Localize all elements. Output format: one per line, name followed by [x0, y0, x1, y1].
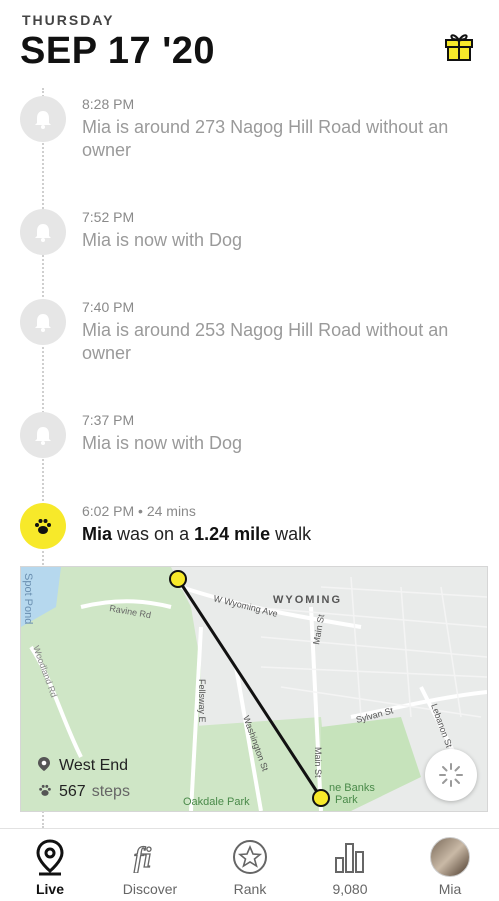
- bottom-tab-bar: Live fi Discover Rank 9,080 Mia: [0, 828, 499, 901]
- star-icon: [230, 837, 270, 877]
- walk-summary: Mia was on a 1.24 mile walk: [82, 523, 462, 546]
- tab-live[interactable]: Live: [0, 829, 100, 901]
- event-text: Mia is around 253 Nagog Hill Road withou…: [82, 320, 449, 363]
- walk-time: 6:02 PM • 24 mins: [82, 503, 196, 519]
- event-time: 7:37 PM: [82, 412, 135, 428]
- location-pin-icon: [37, 756, 53, 777]
- event-time: 8:28 PM: [82, 96, 135, 112]
- tab-label: 9,080: [332, 881, 368, 897]
- bell-icon: [20, 209, 66, 255]
- bell-icon: [20, 299, 66, 345]
- paw-icon: [37, 782, 53, 803]
- avatar: [430, 837, 470, 877]
- bar-chart-icon: [330, 837, 370, 877]
- route-start-marker: [169, 570, 187, 588]
- map-label-fellsway: Fellsway E: [197, 679, 207, 723]
- tab-label: Mia: [438, 881, 462, 897]
- steps-row: 567 steps: [37, 779, 130, 805]
- map-label-oakdale: Oakdale Park: [183, 796, 250, 808]
- expand-map-button[interactable]: [425, 749, 477, 801]
- expand-icon: [439, 763, 463, 787]
- map-info-panel: West End 567 steps: [37, 753, 130, 805]
- walk-distance: 1.24 mile: [194, 524, 271, 544]
- tab-discover[interactable]: fi Discover: [100, 829, 200, 901]
- svg-text:fi: fi: [134, 843, 151, 873]
- tab-label: Live: [35, 881, 64, 897]
- dog-avatar: [430, 837, 470, 877]
- map-label-main-st-2: Main St: [313, 747, 323, 778]
- map-label-spot-pond: Spot Pond: [22, 573, 34, 624]
- paw-icon: [20, 503, 66, 549]
- tab-profile[interactable]: Mia: [400, 829, 499, 901]
- event-time: 7:52 PM: [82, 209, 135, 225]
- steps-value: 567: [59, 783, 86, 800]
- steps-label: steps: [91, 783, 130, 800]
- walk-map[interactable]: Spot Pond Ravine Rd Woodland Rd W Wyomin…: [20, 566, 488, 812]
- fi-logo-icon: fi: [130, 837, 170, 877]
- tab-label: Rank: [233, 881, 267, 897]
- location-row: West End: [37, 753, 130, 779]
- event-text: Mia is now with Dog: [82, 433, 243, 453]
- bell-icon: [20, 412, 66, 458]
- weekday-label: THURSDAY: [22, 12, 115, 28]
- route-end-marker: [312, 789, 330, 807]
- header: THURSDAY SEP 17 '20: [0, 0, 499, 86]
- gift-icon[interactable]: [443, 30, 475, 62]
- tab-rank[interactable]: Rank: [200, 829, 300, 901]
- walk-text-post: walk: [275, 524, 312, 544]
- event-text: Mia is around 273 Nagog Hill Road withou…: [82, 117, 449, 160]
- event-time: 7:40 PM: [82, 299, 135, 315]
- walk-dog-name: Mia: [82, 524, 113, 544]
- map-label-wyoming: WYOMING: [273, 594, 342, 606]
- date-title: SEP 17 '20: [20, 30, 216, 72]
- event-text: Mia is now with Dog: [82, 230, 243, 250]
- tab-label: Discover: [122, 881, 178, 897]
- location-pin-icon: [30, 837, 70, 877]
- bell-icon: [20, 96, 66, 142]
- location-name: West End: [59, 757, 129, 774]
- walk-text-pre: was on a: [117, 524, 190, 544]
- tab-steps[interactable]: 9,080: [300, 829, 400, 901]
